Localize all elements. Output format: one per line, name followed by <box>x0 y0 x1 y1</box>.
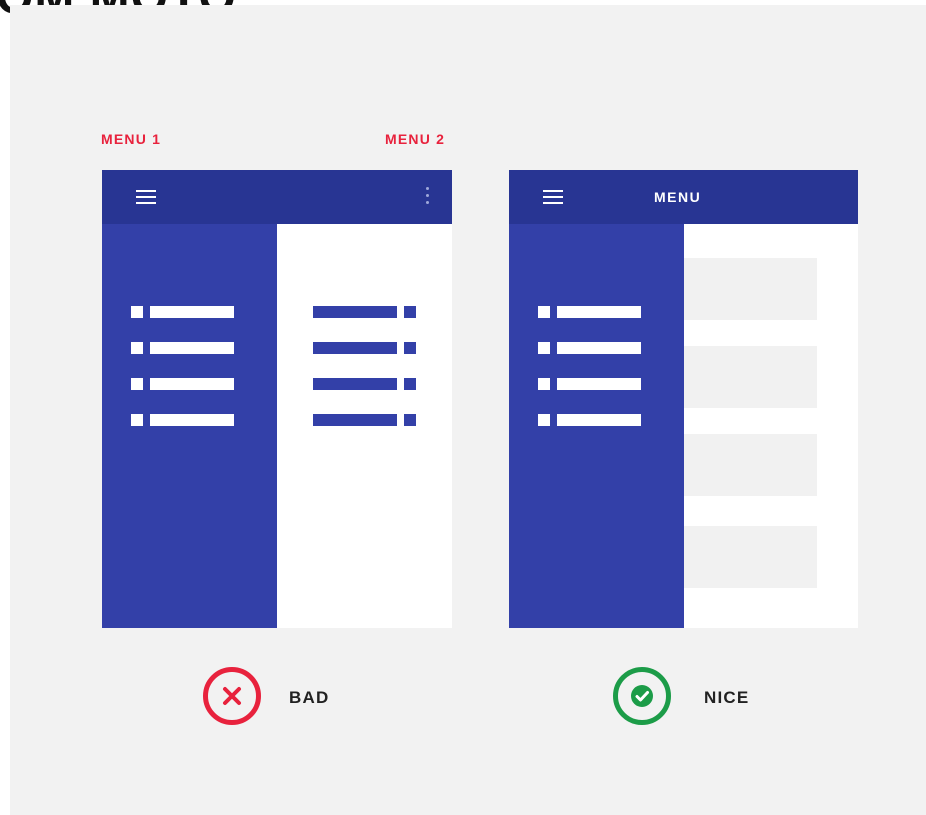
bullet-icon <box>538 414 550 426</box>
list-item-line <box>150 342 234 354</box>
nice-phone-mockup: MENU <box>509 170 858 628</box>
bullet-icon <box>404 342 416 354</box>
list-item-line <box>150 414 234 426</box>
close-icon <box>203 667 261 725</box>
nice-verdict-label: NICE <box>704 688 750 707</box>
menu-2-label: MENU 2 <box>385 131 446 147</box>
content-card <box>684 526 817 588</box>
app-bar <box>102 170 452 224</box>
left-navigation-drawer <box>509 224 684 628</box>
bullet-icon <box>131 414 143 426</box>
bullet-icon <box>404 306 416 318</box>
app-bar-title: MENU <box>654 189 702 205</box>
list-item-line <box>557 342 641 354</box>
list-item-line <box>150 378 234 390</box>
content-card <box>684 258 817 320</box>
hamburger-menu-icon[interactable] <box>136 189 156 205</box>
bullet-icon <box>538 306 550 318</box>
bad-verdict-label: BAD <box>289 688 330 707</box>
list-item-line <box>313 342 397 354</box>
app-bar: MENU <box>509 170 858 224</box>
menu-1-label: MENU 1 <box>101 131 162 147</box>
bullet-icon <box>538 342 550 354</box>
hamburger-menu-icon[interactable] <box>543 189 563 205</box>
list-item-line <box>313 414 397 426</box>
bullet-icon <box>404 414 416 426</box>
bullet-icon <box>538 378 550 390</box>
list-item-line <box>557 414 641 426</box>
content-card <box>684 434 817 496</box>
list-item-line <box>557 306 641 318</box>
bullet-icon <box>131 342 143 354</box>
bullet-icon <box>131 378 143 390</box>
list-item-line <box>557 378 641 390</box>
list-item-line <box>150 306 234 318</box>
bullet-icon <box>131 306 143 318</box>
left-navigation-drawer <box>102 224 277 628</box>
list-item-line <box>313 378 397 390</box>
bad-phone-mockup <box>102 170 452 628</box>
list-item-line <box>313 306 397 318</box>
bullet-icon <box>404 378 416 390</box>
check-icon <box>613 667 671 725</box>
content-card <box>684 346 817 408</box>
more-vert-icon[interactable] <box>426 186 430 206</box>
